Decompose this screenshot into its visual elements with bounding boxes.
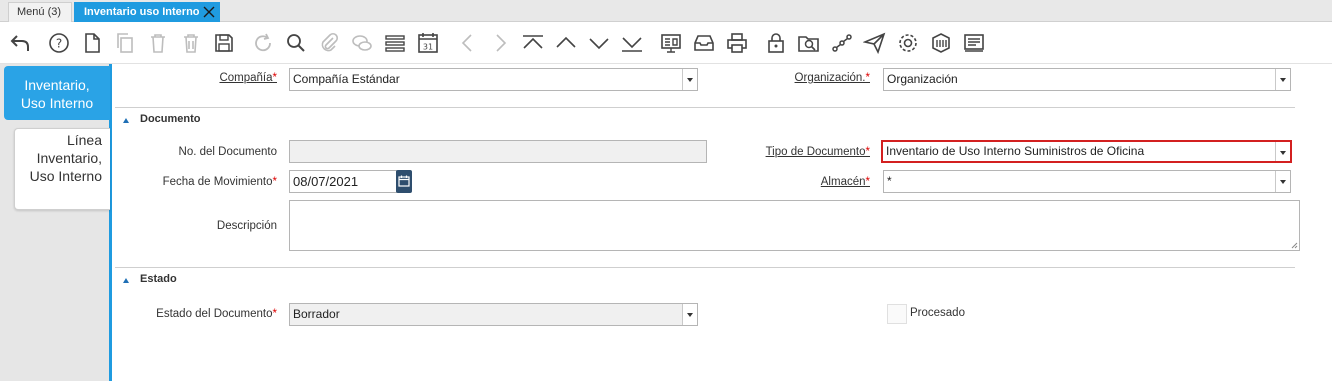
organizacion-select[interactable]: Organización: [883, 68, 1291, 91]
procesado-checkbox[interactable]: [887, 304, 907, 324]
help-icon[interactable]: ?: [46, 30, 72, 56]
chevron-down-icon[interactable]: [1275, 69, 1290, 90]
close-icon[interactable]: [202, 5, 216, 19]
descripcion-textarea[interactable]: [289, 200, 1300, 251]
svg-text:31: 31: [423, 43, 433, 52]
collapse-arrow-icon[interactable]: [123, 118, 129, 123]
process-icon[interactable]: [895, 30, 921, 56]
section-divider: [115, 107, 1295, 108]
resize-handle-icon[interactable]: [1290, 241, 1298, 249]
last-record-icon[interactable]: [619, 30, 645, 56]
tab-inventario-uso-interno-header[interactable]: Inventario, Uso Interno: [4, 66, 110, 120]
parent-record-icon[interactable]: [553, 30, 579, 56]
chevron-down-icon[interactable]: [682, 304, 697, 325]
tipo-documento-select[interactable]: Inventario de Uso Interno Suministros de…: [881, 140, 1292, 163]
print-icon[interactable]: [724, 30, 750, 56]
estado-documento-value: Borrador: [293, 307, 340, 321]
copy-icon[interactable]: [112, 30, 138, 56]
estado-documento-select[interactable]: Borrador: [289, 303, 698, 326]
detail-record-icon[interactable]: [586, 30, 612, 56]
tab-inventario-uso-interno[interactable]: Inventario uso Interno: [74, 2, 220, 22]
section-estado[interactable]: Estado: [140, 273, 177, 285]
descripcion-label: Descripción: [216, 220, 277, 232]
request-icon[interactable]: [961, 30, 987, 56]
procesado-label: Procesado: [910, 307, 965, 319]
detail-tabs-panel: Inventario, Uso Interno Línea Inventario…: [0, 64, 112, 381]
almacen-label[interactable]: Almacén*: [821, 176, 870, 188]
tab-menu[interactable]: Menú (3): [8, 2, 72, 22]
lock-icon[interactable]: [763, 30, 789, 56]
toolbar: ? 31: [0, 22, 1332, 64]
tab-label: Inventario uso Interno: [84, 6, 200, 18]
fecha-movimiento-label: Fecha de Movimiento*: [162, 176, 277, 188]
calendar-icon[interactable]: 31: [415, 30, 441, 56]
zoom-across-icon[interactable]: [796, 30, 822, 56]
report-icon[interactable]: [658, 30, 684, 56]
grid-toggle-icon[interactable]: [382, 30, 408, 56]
previous-icon[interactable]: [455, 30, 481, 56]
section-divider: [115, 267, 1295, 268]
delete-icon[interactable]: [145, 30, 171, 56]
product-info-icon[interactable]: [928, 30, 954, 56]
send-icon[interactable]: [862, 30, 888, 56]
archive-icon[interactable]: [691, 30, 717, 56]
fecha-movimiento-input[interactable]: 08/07/2021: [289, 170, 397, 193]
calendar-picker-button[interactable]: [396, 170, 412, 193]
new-record-icon[interactable]: [79, 30, 105, 56]
calendar-icon: [398, 175, 410, 187]
find-icon[interactable]: [283, 30, 309, 56]
tipo-documento-label[interactable]: Tipo de Documento*: [766, 146, 870, 158]
record-form: Compañía* Compañía Estándar Organización…: [115, 64, 1332, 381]
window-tab-strip: Menú (3) Inventario uso Interno: [0, 0, 1332, 22]
attachment-icon[interactable]: [316, 30, 342, 56]
no-documento-label: No. del Documento: [178, 146, 277, 158]
workflow-icon[interactable]: [829, 30, 855, 56]
tab-linea-inventario-uso-interno[interactable]: Línea Inventario, Uso Interno: [14, 128, 110, 210]
chat-icon[interactable]: [349, 30, 375, 56]
collapse-arrow-icon[interactable]: [123, 278, 129, 283]
tipo-documento-value: Inventario de Uso Interno Suministros de…: [886, 144, 1145, 158]
next-icon[interactable]: [487, 30, 513, 56]
estado-documento-label: Estado del Documento*: [156, 308, 277, 320]
organizacion-label[interactable]: Organización.*: [795, 72, 870, 84]
save-icon[interactable]: [211, 30, 237, 56]
chevron-down-icon[interactable]: [682, 69, 697, 90]
section-documento[interactable]: Documento: [140, 113, 201, 125]
first-record-icon[interactable]: [520, 30, 546, 56]
almacen-select[interactable]: *: [883, 170, 1291, 193]
chevron-down-icon[interactable]: [1275, 171, 1290, 192]
refresh-icon[interactable]: [250, 30, 276, 56]
no-documento-input[interactable]: [289, 140, 707, 163]
compania-select[interactable]: Compañía Estándar: [289, 68, 698, 91]
svg-text:?: ?: [56, 37, 62, 51]
chevron-down-icon[interactable]: [1275, 142, 1290, 161]
delete-selection-icon[interactable]: [178, 30, 204, 56]
organizacion-value: Organización: [887, 72, 958, 86]
compania-value: Compañía Estándar: [293, 72, 400, 86]
compania-label[interactable]: Compañía*: [219, 72, 277, 84]
almacen-value: *: [887, 174, 892, 188]
undo-icon[interactable]: [7, 30, 33, 56]
